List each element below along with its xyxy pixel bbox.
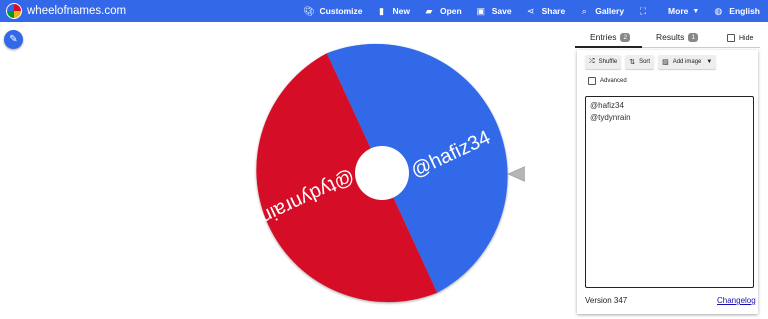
spin-wheel[interactable]: @hafiz34 @tydynrain bbox=[245, 39, 525, 309]
search-icon: ⌕ bbox=[581, 5, 587, 16]
fullscreen-button[interactable]: ⛶ bbox=[638, 6, 654, 17]
nav-menu: 🎨︎ Customize ▮ New ▰ Open ▣ Save ⋖ Share… bbox=[290, 0, 760, 22]
pencil-icon: ✎ bbox=[9, 34, 18, 45]
entries-card: ⤮ Shuffle ⇅ Sort ▨ Add image ▼ Advanced … bbox=[577, 50, 758, 314]
brand-logo-link[interactable]: wheelofnames.com bbox=[6, 3, 126, 19]
checkbox-icon bbox=[588, 77, 596, 85]
wheel-center-hub[interactable] bbox=[355, 146, 409, 200]
nav-save-button[interactable]: ▣ Save bbox=[476, 5, 512, 17]
nav-save-label: Save bbox=[491, 6, 512, 16]
sort-button[interactable]: ⇅ Sort bbox=[625, 55, 655, 69]
add-image-label: Add image bbox=[672, 59, 702, 65]
globe-icon: ◍ bbox=[714, 5, 723, 16]
nav-new-label: New bbox=[392, 6, 410, 16]
nav-more-button[interactable]: More ▼ bbox=[668, 6, 699, 16]
new-file-icon: ▮ bbox=[379, 5, 384, 16]
folder-open-icon: ▰ bbox=[425, 5, 433, 16]
edit-pencil-button[interactable]: ✎ bbox=[4, 30, 23, 49]
fullscreen-icon: ⛶ bbox=[639, 5, 647, 16]
nav-gallery-label: Gallery bbox=[595, 6, 625, 16]
entry-line: @hafiz34 bbox=[590, 101, 624, 110]
nav-new-button[interactable]: ▮ New bbox=[377, 6, 410, 17]
nav-language-label: English bbox=[729, 6, 760, 16]
panel-tabs: Entries 2 Results 1 Hide bbox=[575, 30, 760, 48]
entries-toolbar: ⤮ Shuffle ⇅ Sort ▨ Add image ▼ bbox=[585, 55, 720, 69]
top-navbar: wheelofnames.com 🎨︎ Customize ▮ New ▰ Op… bbox=[0, 0, 768, 22]
hide-checkbox[interactable]: Hide bbox=[727, 34, 753, 42]
tab-entries-label: Entries bbox=[590, 32, 617, 42]
brand-title: wheelofnames.com bbox=[27, 5, 127, 17]
shuffle-label: Shuffle bbox=[598, 59, 618, 65]
palette-icon: 🎨︎ bbox=[303, 5, 315, 16]
checkbox-icon bbox=[727, 34, 735, 42]
wheel-pointer-arrow bbox=[507, 166, 525, 182]
entries-panel: Entries 2 Results 1 Hide ⤮ Shuffle ⇅ Sor… bbox=[575, 30, 760, 314]
nav-share-label: Share bbox=[541, 6, 566, 16]
nav-more-label: More bbox=[668, 6, 689, 16]
version-text: Version 347 bbox=[585, 296, 628, 305]
chevron-down-icon: ▼ bbox=[692, 7, 700, 15]
hide-label: Hide bbox=[739, 34, 754, 42]
wheel-logo-icon bbox=[6, 3, 22, 19]
shuffle-button[interactable]: ⤮ Shuffle bbox=[585, 55, 622, 69]
chevron-down-icon: ▼ bbox=[706, 59, 713, 65]
advanced-checkbox[interactable]: Advanced bbox=[588, 77, 627, 85]
nav-language-button[interactable]: ◍ English bbox=[713, 6, 760, 17]
results-count-badge: 1 bbox=[688, 32, 698, 42]
tab-entries[interactable]: Entries 2 bbox=[590, 32, 631, 42]
changelog-link[interactable]: Changelog bbox=[717, 296, 756, 305]
advanced-label: Advanced bbox=[600, 78, 627, 84]
nav-open-label: Open bbox=[440, 6, 462, 16]
nav-share-button[interactable]: ⋖ Share bbox=[526, 5, 566, 17]
image-icon: ▨ bbox=[662, 59, 669, 66]
nav-customize-label: Customize bbox=[319, 6, 363, 16]
shuffle-icon: ⤮ bbox=[589, 58, 595, 65]
active-tab-indicator bbox=[575, 46, 642, 48]
entries-textarea[interactable]: @hafiz34 @tydynrain bbox=[585, 96, 754, 288]
add-image-button[interactable]: ▨ Add image ▼ bbox=[658, 55, 717, 69]
entries-count-badge: 2 bbox=[620, 32, 631, 42]
sort-icon: ⇅ bbox=[629, 59, 636, 66]
nav-gallery-button[interactable]: ⌕ Gallery bbox=[579, 6, 624, 17]
tab-results-label: Results bbox=[656, 32, 685, 42]
save-icon: ▣ bbox=[476, 5, 485, 16]
tab-results[interactable]: Results 1 bbox=[656, 32, 698, 42]
nav-open-button[interactable]: ▰ Open bbox=[424, 6, 462, 17]
share-icon: ⋖ bbox=[526, 5, 535, 16]
entry-line: @tydynrain bbox=[590, 113, 631, 122]
nav-customize-button[interactable]: 🎨︎ Customize bbox=[304, 6, 363, 17]
sort-label: Sort bbox=[639, 59, 651, 65]
